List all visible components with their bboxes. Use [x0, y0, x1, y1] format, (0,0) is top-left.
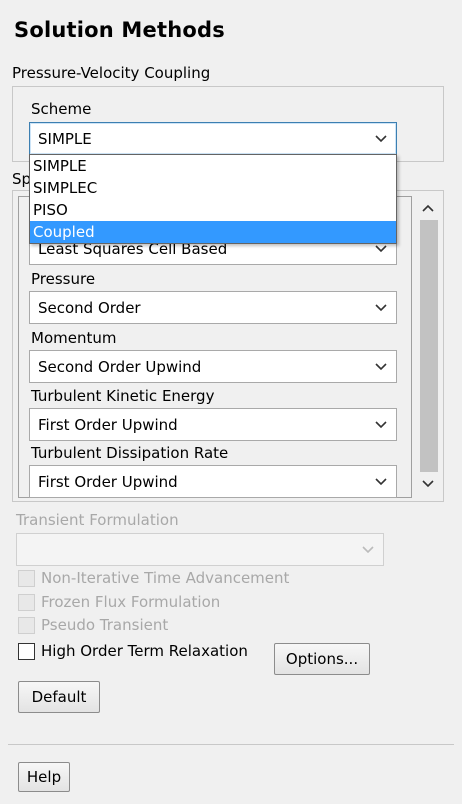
separator [8, 744, 454, 745]
chevron-down-icon [374, 360, 388, 374]
pseudo-transient-label: Pseudo Transient [41, 616, 169, 634]
high-order-label: High Order Term Relaxation [41, 642, 248, 660]
frozen-flux-checkbox[interactable] [18, 594, 35, 611]
tdr-select[interactable]: First Order Upwind [29, 465, 397, 498]
chevron-up-icon [422, 204, 434, 212]
scheme-dropdown-list: SIMPLE SIMPLEC PISO Coupled [29, 154, 397, 244]
scroll-down-button[interactable] [418, 472, 438, 496]
scheme-option-highlighted[interactable]: Coupled [30, 221, 396, 243]
tdr-label: Turbulent Dissipation Rate [31, 444, 229, 462]
scheme-value: SIMPLE [38, 129, 92, 148]
chevron-down-icon [374, 132, 388, 146]
pressure-label: Pressure [31, 270, 96, 288]
momentum-label: Momentum [31, 329, 117, 347]
spatial-scrollbar[interactable] [418, 196, 440, 498]
scheme-select[interactable]: SIMPLE [29, 122, 397, 155]
scheme-label: Scheme [31, 100, 92, 118]
default-button[interactable]: Default [18, 681, 100, 713]
tke-label: Turbulent Kinetic Energy [31, 387, 215, 405]
non-iterative-label: Non-Iterative Time Advancement [41, 569, 290, 587]
tdr-value: First Order Upwind [38, 472, 178, 491]
scheme-option[interactable]: PISO [30, 199, 396, 221]
non-iterative-checkbox[interactable] [18, 570, 35, 587]
scheme-option[interactable]: SIMPLE [30, 155, 396, 177]
options-button[interactable]: Options... [274, 643, 370, 675]
chevron-down-icon [374, 301, 388, 315]
chevron-down-icon [361, 543, 375, 557]
tke-select[interactable]: First Order Upwind [29, 408, 397, 441]
help-button[interactable]: Help [18, 762, 70, 792]
scroll-up-button[interactable] [418, 196, 438, 220]
scheme-option[interactable]: SIMPLEC [30, 177, 396, 199]
pv-coupling-label: Pressure-Velocity Coupling [12, 64, 211, 82]
transient-label: Transient Formulation [16, 511, 179, 529]
momentum-select[interactable]: Second Order Upwind [29, 350, 397, 383]
tke-value: First Order Upwind [38, 415, 178, 434]
pressure-value: Second Order [38, 298, 141, 317]
frozen-flux-label: Frozen Flux Formulation [41, 593, 221, 611]
panel-title: Solution Methods [14, 18, 225, 42]
pseudo-transient-checkbox[interactable] [18, 617, 35, 634]
scroll-thumb[interactable] [420, 220, 438, 472]
high-order-checkbox[interactable] [18, 643, 35, 660]
pressure-select[interactable]: Second Order [29, 291, 397, 324]
chevron-down-icon [422, 480, 434, 488]
chevron-down-icon [374, 475, 388, 489]
transient-select[interactable] [16, 533, 384, 566]
chevron-down-icon [374, 418, 388, 432]
momentum-value: Second Order Upwind [38, 357, 202, 376]
